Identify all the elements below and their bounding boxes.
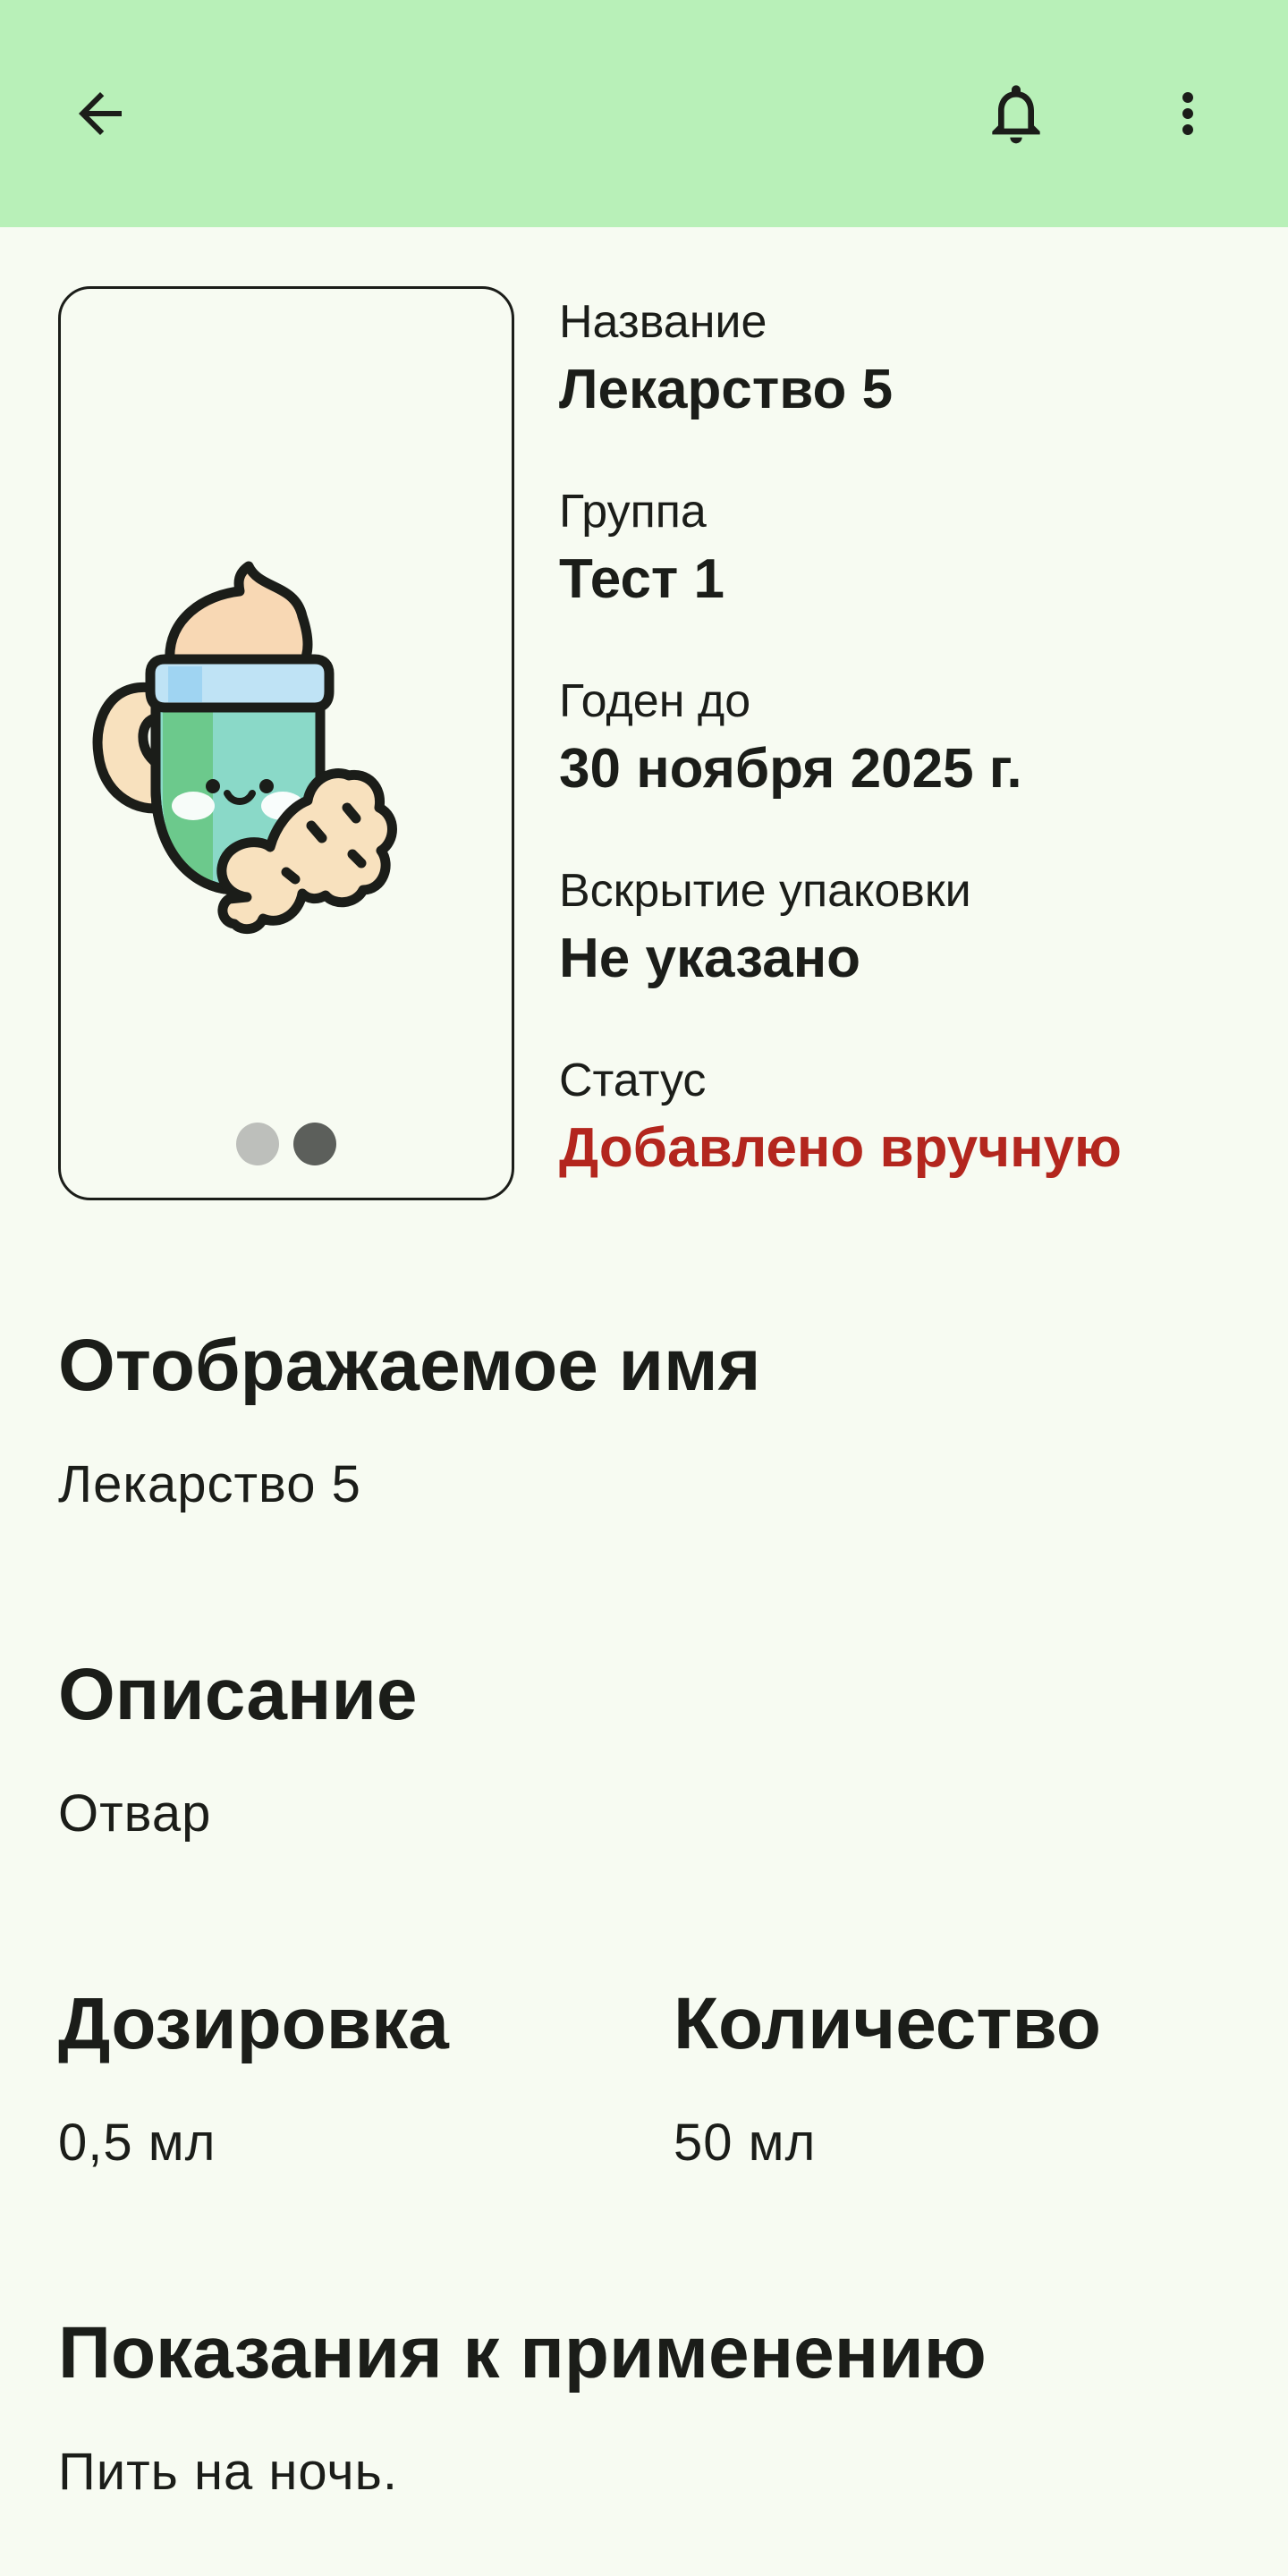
bell-icon: [992, 85, 1040, 144]
medicine-info-list: Название Лекарство 5 Группа Тест 1 Годен…: [559, 291, 1257, 1239]
info-label: Статус: [559, 1055, 707, 1106]
indications-section: Показания к применению Пить на ночь.: [58, 2304, 987, 2506]
page-dot-1[interactable]: [236, 1123, 279, 1165]
back-button[interactable]: [50, 64, 150, 164]
info-value: Лекарство 5: [559, 359, 894, 420]
image-gallery-card[interactable]: [58, 286, 514, 1200]
status-value: Добавлено вручную: [559, 1117, 1122, 1179]
tea-cup-ginger-illustration: [92, 561, 397, 935]
display-name-section: Отображаемое имя Лекарство 5: [58, 1317, 761, 1519]
gallery-page-indicator: [61, 1123, 512, 1165]
page-dot-2-active[interactable]: [293, 1123, 336, 1165]
section-text: Пить на ночь.: [58, 2443, 398, 2501]
info-label: Группа: [559, 486, 707, 538]
section-title: Описание: [58, 1654, 418, 1735]
info-value: Не указано: [559, 928, 861, 989]
section-text: 0,5 мл: [58, 2114, 216, 2172]
section-title: Показания к применению: [58, 2312, 987, 2394]
info-status: Статус Добавлено вручную: [559, 1049, 1257, 1239]
info-package-opened: Вскрытие упаковки Не указано: [559, 860, 1257, 1049]
info-label: Название: [559, 296, 767, 348]
description-section: Описание Отвар: [58, 1646, 417, 1848]
section-title: Дозировка: [58, 1983, 449, 2064]
quantity-section: Количество 50 мл: [674, 1975, 1101, 2177]
section-text: 50 мл: [674, 2114, 817, 2172]
notifications-button[interactable]: [966, 64, 1066, 164]
info-name: Название Лекарство 5: [559, 291, 1257, 480]
info-expiry-date: Годен до 30 ноября 2025 г.: [559, 670, 1257, 860]
top-app-bar: [0, 0, 1288, 227]
info-group: Группа Тест 1: [559, 480, 1257, 670]
arrow-back-icon: [79, 92, 122, 135]
dosage-section: Дозировка 0,5 мл: [58, 1975, 449, 2177]
info-label: Вскрытие упаковки: [559, 865, 971, 917]
info-label: Годен до: [559, 675, 751, 727]
info-value: Тест 1: [559, 548, 725, 610]
section-text: Отвар: [58, 1784, 212, 1843]
section-text: Лекарство 5: [58, 1455, 361, 1513]
more-vert-icon: [1182, 92, 1193, 135]
info-value: 30 ноября 2025 г.: [559, 738, 1022, 800]
section-title: Количество: [674, 1983, 1101, 2064]
section-title: Отображаемое имя: [58, 1325, 761, 1406]
more-options-button[interactable]: [1138, 64, 1238, 164]
